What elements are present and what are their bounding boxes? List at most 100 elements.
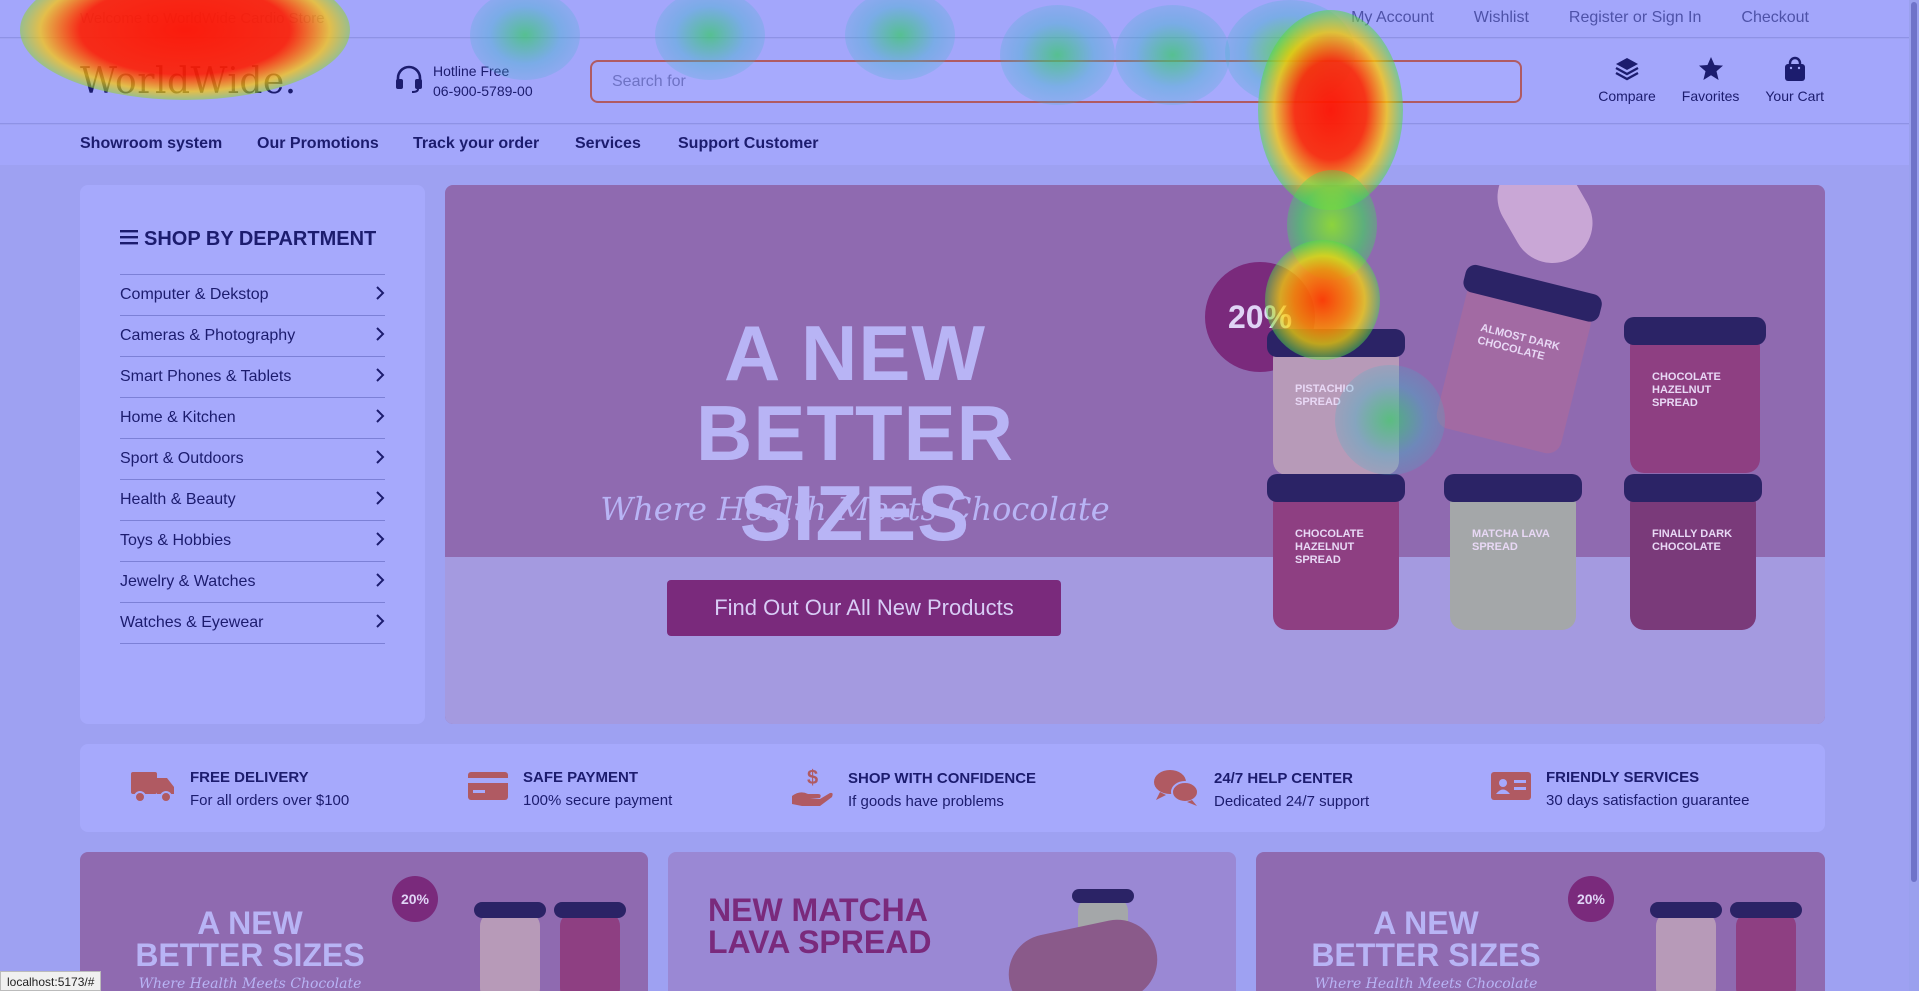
favorites-label: Favorites — [1681, 88, 1740, 104]
department-item-label: Watches & Eyewear — [120, 614, 264, 631]
scrollbar-thumb[interactable] — [1911, 2, 1917, 882]
promo-card-2[interactable]: NEW MATCHA LAVA SPREAD — [668, 852, 1236, 991]
chevron-right-icon — [375, 285, 385, 305]
star-icon — [1698, 56, 1724, 85]
department-menu: SHOP BY DEPARTMENT Computer & Dekstop Cam… — [80, 185, 425, 724]
promo-jar — [1730, 902, 1802, 991]
feature-free-delivery: FREE DELIVERY For all orders over $100 — [130, 766, 349, 811]
department-item-label: Cameras & Photography — [120, 327, 296, 344]
chevron-right-icon — [375, 408, 385, 428]
jar-almost-dark: ALMOST DARK CHOCOLATE — [1433, 262, 1604, 457]
compare-button[interactable]: Compare — [1598, 56, 1656, 104]
top-links: My Account Wishlist Register or Sign In … — [1311, 9, 1809, 27]
hero-title-line2: BETTER SIZES — [696, 389, 1014, 557]
department-item[interactable]: Cameras & Photography — [120, 316, 385, 357]
department-item[interactable]: Health & Beauty — [120, 480, 385, 521]
cart-label: Your Cart — [1765, 88, 1824, 104]
id-card-icon — [1490, 766, 1532, 811]
hero-title-line1: A NEW — [723, 309, 987, 397]
hero-banner: A NEW BETTER SIZES Where Health Meets Ch… — [445, 185, 1825, 724]
promo-subtitle: Where Health Meets Chocolate — [138, 976, 362, 991]
main-nav: Showroom system Our Promotions Track you… — [0, 125, 1909, 165]
feature-title: FRIENDLY SERVICES — [1546, 768, 1700, 786]
hand-image — [1482, 185, 1608, 278]
feature-title: 24/7 HELP CENTER — [1214, 769, 1353, 787]
wishlist-link[interactable]: Wishlist — [1474, 9, 1529, 27]
hotline-number: 06-900-5789-00 — [433, 83, 533, 99]
svg-text:$: $ — [807, 767, 818, 789]
headset-icon — [393, 63, 425, 100]
feature-shop-confidence: $ SHOP WITH CONFIDENCE If goods have prob… — [790, 766, 1036, 813]
promo-card-1[interactable]: A NEW BETTER SIZES Where Health Meets Ch… — [80, 852, 648, 991]
nav-showroom-system[interactable]: Showroom system — [80, 135, 222, 153]
chevron-right-icon — [375, 572, 385, 592]
promo-card-3[interactable]: A NEW BETTER SIZES Where Health Meets Ch… — [1256, 852, 1825, 991]
checkout-link[interactable]: Checkout — [1741, 9, 1809, 27]
jar-label: ALMOST DARK CHOCOLATE — [1476, 321, 1562, 363]
jar-label: MATCHA LAVA SPREAD — [1472, 528, 1550, 553]
hero-subtitle: Where Health Meets Chocolate — [600, 490, 1110, 528]
feature-help-center: 24/7 HELP CENTER Dedicated 24/7 support — [1152, 766, 1369, 813]
feature-safe-payment: SAFE PAYMENT 100% secure payment — [467, 766, 672, 811]
chevron-right-icon — [375, 449, 385, 469]
feature-title: FREE DELIVERY — [190, 768, 309, 786]
department-item-label: Toys & Hobbies — [120, 532, 232, 549]
promo-title-line2: BETTER SIZES — [135, 937, 365, 973]
search-input[interactable] — [592, 62, 1520, 101]
nav-track-order[interactable]: Track your order — [413, 135, 539, 153]
nav-support-customer[interactable]: Support Customer — [678, 135, 818, 153]
department-item-label: Smart Phones & Tablets — [120, 368, 292, 385]
department-list: Computer & Dekstop Cameras & Photography S… — [120, 274, 385, 644]
chevron-right-icon — [375, 531, 385, 551]
jar-label: CHOCOLATE HAZELNUT SPREAD — [1295, 528, 1364, 566]
feature-desc: 30 days satisfaction guarantee — [1546, 791, 1750, 809]
feature-desc: If goods have problems — [848, 792, 1004, 810]
feature-desc: Dedicated 24/7 support — [1214, 792, 1370, 810]
hotline: Hotline Free 06-900-5789-00 — [393, 61, 533, 101]
hand-dollar-icon: $ — [790, 766, 834, 813]
jar-finally-dark: FINALLY DARK CHOCOLATE — [1624, 474, 1762, 630]
department-item[interactable]: Jewelry & Watches — [120, 562, 385, 603]
search-box — [590, 60, 1522, 103]
features-bar: FREE DELIVERY For all orders over $100 SA… — [80, 744, 1825, 832]
promo-title: A NEW BETTER SIZES — [120, 907, 380, 971]
department-item[interactable]: Home & Kitchen — [120, 398, 385, 439]
nav-our-promotions[interactable]: Our Promotions — [257, 135, 379, 153]
hamburger-icon[interactable] — [120, 228, 138, 251]
my-account-link[interactable]: My Account — [1351, 9, 1434, 27]
register-sign-in-link[interactable]: Register or Sign In — [1569, 9, 1702, 27]
feature-desc: For all orders over $100 — [190, 791, 350, 809]
page-scrollbar[interactable] — [1909, 0, 1919, 991]
department-item[interactable]: Smart Phones & Tablets — [120, 357, 385, 398]
feature-friendly-services: FRIENDLY SERVICES 30 days satisfaction gu… — [1490, 766, 1749, 811]
promo-title: A NEW BETTER SIZES — [1296, 907, 1556, 971]
hero-floor — [445, 557, 1825, 724]
nav-services[interactable]: Services — [575, 135, 641, 153]
department-item-label: Computer & Dekstop — [120, 286, 269, 303]
favorites-button[interactable]: Favorites — [1681, 56, 1740, 104]
bag-icon — [1782, 56, 1808, 85]
promo-title-line2: BETTER SIZES — [1311, 937, 1541, 973]
jar-matcha: MATCHA LAVA SPREAD — [1444, 474, 1582, 630]
department-item[interactable]: Sport & Outdoors — [120, 439, 385, 480]
department-item[interactable]: Toys & Hobbies — [120, 521, 385, 562]
jar-label: CHOCOLATE HAZELNUT SPREAD — [1652, 371, 1721, 409]
hotline-label: Hotline Free — [433, 63, 510, 79]
credit-card-icon — [467, 766, 509, 811]
department-title: SHOP BY DEPARTMENT — [120, 228, 376, 251]
logo[interactable]: WorldWide. — [80, 61, 297, 102]
cart-button[interactable]: Your Cart — [1765, 56, 1824, 104]
feature-title: SAFE PAYMENT — [523, 768, 639, 786]
feature-desc: 100% secure payment — [523, 791, 673, 809]
find-products-button[interactable]: Find Out Our All New Products — [667, 580, 1061, 636]
promo-title-line1: NEW MATCHA — [708, 892, 928, 928]
promo-badge: 20% — [1568, 876, 1614, 922]
department-item[interactable]: Watches & Eyewear — [120, 603, 385, 644]
department-item[interactable]: Computer & Dekstop — [120, 275, 385, 316]
chevron-right-icon — [375, 367, 385, 387]
department-item-label: Home & Kitchen — [120, 409, 236, 426]
jar-pistachio: PISTACHIO SPREAD — [1267, 329, 1405, 475]
jar-label: FINALLY DARK CHOCOLATE — [1652, 528, 1733, 553]
layers-icon — [1614, 56, 1640, 85]
chevron-right-icon — [375, 326, 385, 346]
